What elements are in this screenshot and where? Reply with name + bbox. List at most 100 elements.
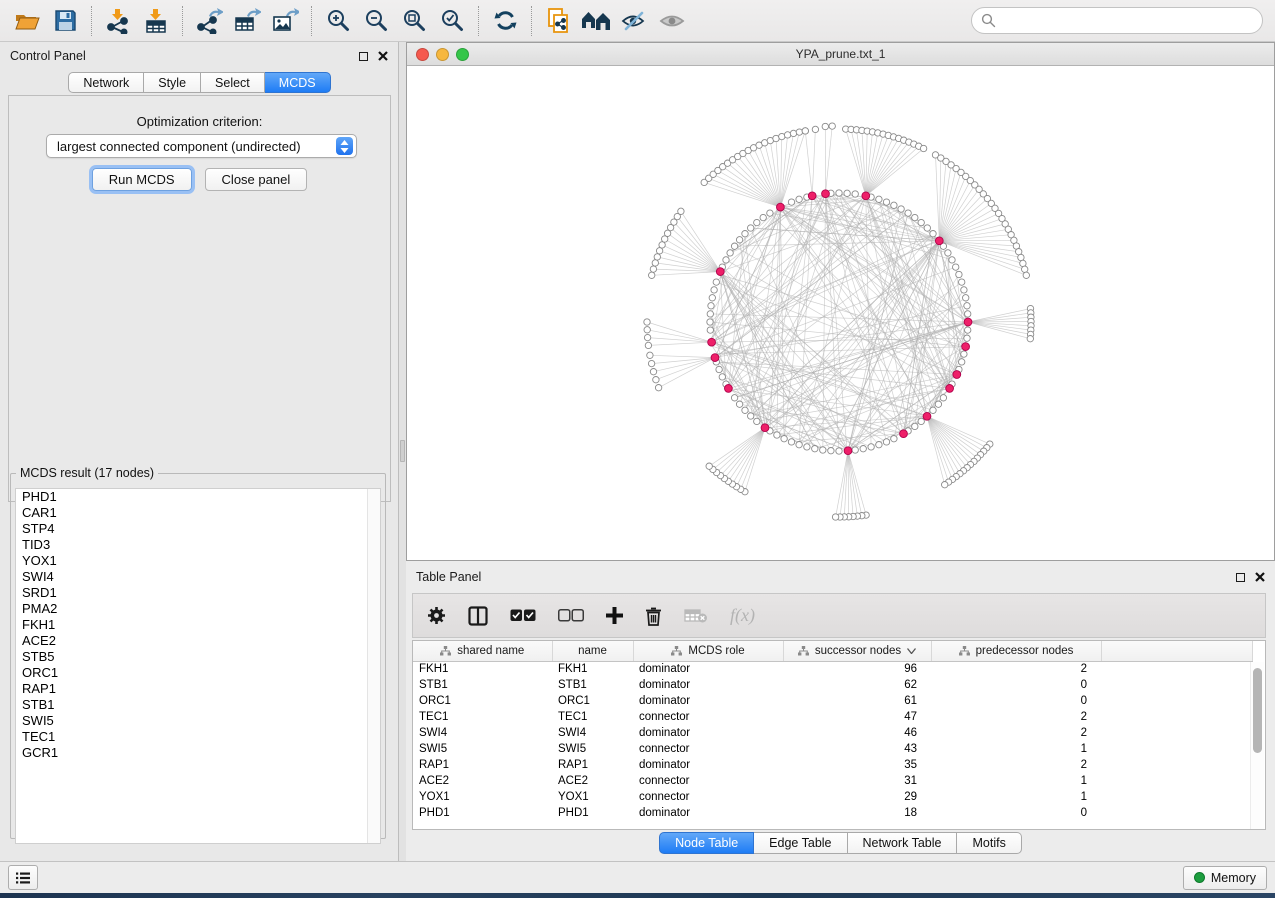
open-file-icon[interactable] — [8, 3, 46, 39]
table-cell[interactable]: dominator — [633, 725, 783, 741]
table-row[interactable]: SWI5SWI5connector431 — [413, 741, 1253, 757]
column-header-name[interactable]: name — [552, 641, 633, 661]
export-table-icon[interactable] — [228, 3, 266, 39]
tab-network[interactable]: Network — [68, 72, 144, 93]
table-row[interactable]: SWI4SWI4dominator462 — [413, 725, 1253, 741]
table-row[interactable]: PHD1PHD1dominator180 — [413, 805, 1253, 821]
refresh-view-icon[interactable] — [486, 3, 524, 39]
mcds-result-item[interactable]: SWI5 — [16, 713, 380, 729]
table-cell[interactable]: connector — [633, 789, 783, 805]
table-cell[interactable]: ORC1 — [413, 693, 552, 709]
table-cell[interactable]: STB1 — [413, 677, 552, 693]
deselect-all-icon[interactable] — [558, 609, 584, 622]
mcds-result-item[interactable]: STB5 — [16, 649, 380, 665]
mcds-result-item[interactable]: ORC1 — [16, 665, 380, 681]
show-all-icon[interactable] — [653, 3, 691, 39]
mcds-result-item[interactable]: FKH1 — [16, 617, 380, 633]
table-cell[interactable]: PHD1 — [552, 805, 633, 821]
tab-mcds[interactable]: MCDS — [265, 72, 331, 93]
table-row[interactable]: ACE2ACE2connector311 — [413, 773, 1253, 789]
task-history-button[interactable] — [8, 865, 38, 890]
table-scrollbar-thumb[interactable] — [1253, 668, 1262, 753]
window-minimize-icon[interactable] — [436, 48, 449, 61]
table-cell[interactable]: SWI5 — [413, 741, 552, 757]
table-cell[interactable]: 1 — [931, 741, 1101, 757]
first-neighbors-icon[interactable] — [577, 3, 615, 39]
mcds-result-item[interactable]: STB1 — [16, 697, 380, 713]
table-row[interactable]: YOX1YOX1connector291 — [413, 789, 1253, 805]
table-cell[interactable]: 61 — [783, 693, 931, 709]
table-cell[interactable]: TEC1 — [413, 709, 552, 725]
export-network-icon[interactable] — [190, 3, 228, 39]
table-cell[interactable]: ACE2 — [413, 773, 552, 789]
table-cell[interactable]: YOX1 — [413, 789, 552, 805]
table-cell[interactable]: 43 — [783, 741, 931, 757]
zoom-in-icon[interactable] — [319, 3, 357, 39]
table-cell[interactable]: 1 — [931, 773, 1101, 789]
table-cell[interactable]: SWI4 — [552, 725, 633, 741]
hide-selected-icon[interactable] — [615, 3, 653, 39]
search-field[interactable] — [971, 7, 1263, 34]
table-cell[interactable]: YOX1 — [552, 789, 633, 805]
table-cell[interactable]: 47 — [783, 709, 931, 725]
tab-style[interactable]: Style — [144, 72, 201, 93]
zoom-out-icon[interactable] — [357, 3, 395, 39]
table-cell[interactable]: SWI5 — [552, 741, 633, 757]
mcds-result-item[interactable]: TEC1 — [16, 729, 380, 745]
table-scrollbar[interactable] — [1250, 662, 1264, 830]
column-header-shared-name[interactable]: shared name — [413, 641, 552, 661]
select-all-icon[interactable] — [510, 609, 536, 622]
table-cell[interactable]: dominator — [633, 805, 783, 821]
float-panel-icon[interactable] — [1236, 573, 1245, 582]
export-image-icon[interactable] — [266, 3, 304, 39]
search-input[interactable] — [1002, 13, 1253, 28]
table-cell[interactable]: 1 — [931, 789, 1101, 805]
network-window-titlebar[interactable]: YPA_prune.txt_1 — [407, 43, 1274, 66]
close-panel-button[interactable]: Close panel — [205, 168, 308, 191]
table-cell[interactable]: RAP1 — [552, 757, 633, 773]
float-panel-icon[interactable] — [359, 52, 368, 61]
table-cell[interactable]: ACE2 — [552, 773, 633, 789]
import-table-icon[interactable] — [137, 3, 175, 39]
table-row[interactable]: STB1STB1dominator620 — [413, 677, 1253, 693]
save-session-icon[interactable] — [46, 3, 84, 39]
optimization-criterion-select[interactable]: largest connected component (undirected) — [46, 134, 357, 158]
table-cell[interactable]: FKH1 — [552, 661, 633, 677]
mcds-result-item[interactable]: RAP1 — [16, 681, 380, 697]
mcds-result-item[interactable]: TID3 — [16, 537, 380, 553]
table-cell[interactable]: 0 — [931, 693, 1101, 709]
table-cell[interactable]: 35 — [783, 757, 931, 773]
add-column-icon[interactable] — [606, 607, 623, 624]
tab-edge-table[interactable]: Edge Table — [754, 832, 847, 854]
table-row[interactable]: RAP1RAP1dominator352 — [413, 757, 1253, 773]
mcds-result-item[interactable]: SWI4 — [16, 569, 380, 585]
mcds-result-list[interactable]: PHD1CAR1STP4TID3YOX1SWI4SRD1PMA2FKH1ACE2… — [15, 488, 381, 844]
table-cell[interactable]: 0 — [931, 677, 1101, 693]
zoom-fit-icon[interactable] — [395, 3, 433, 39]
table-cell[interactable]: dominator — [633, 661, 783, 677]
table-cell[interactable]: 29 — [783, 789, 931, 805]
table-cell[interactable]: FKH1 — [413, 661, 552, 677]
mcds-result-item[interactable]: YOX1 — [16, 553, 380, 569]
network-canvas[interactable] — [407, 66, 1274, 560]
table-row[interactable]: TEC1TEC1connector472 — [413, 709, 1253, 725]
table-cell[interactable]: dominator — [633, 693, 783, 709]
table-cell[interactable]: 0 — [931, 805, 1101, 821]
window-close-icon[interactable] — [416, 48, 429, 61]
table-cell[interactable]: PHD1 — [413, 805, 552, 821]
table-cell[interactable]: 2 — [931, 725, 1101, 741]
table-cell[interactable]: 18 — [783, 805, 931, 821]
table-cell[interactable]: RAP1 — [413, 757, 552, 773]
column-header-predecessor-nodes[interactable]: predecessor nodes — [931, 641, 1101, 661]
settings-gear-icon[interactable] — [427, 606, 446, 625]
table-cell[interactable]: 46 — [783, 725, 931, 741]
table-cell[interactable]: SWI4 — [413, 725, 552, 741]
table-cell[interactable]: 2 — [931, 661, 1101, 677]
mcds-list-scrollbar[interactable] — [367, 489, 380, 843]
mcds-result-item[interactable]: GCR1 — [16, 745, 380, 761]
show-column-icon[interactable] — [468, 606, 488, 626]
table-cell[interactable]: 31 — [783, 773, 931, 789]
close-panel-icon[interactable] — [1255, 572, 1265, 582]
window-maximize-icon[interactable] — [456, 48, 469, 61]
column-header-mcds-role[interactable]: MCDS role — [633, 641, 783, 661]
